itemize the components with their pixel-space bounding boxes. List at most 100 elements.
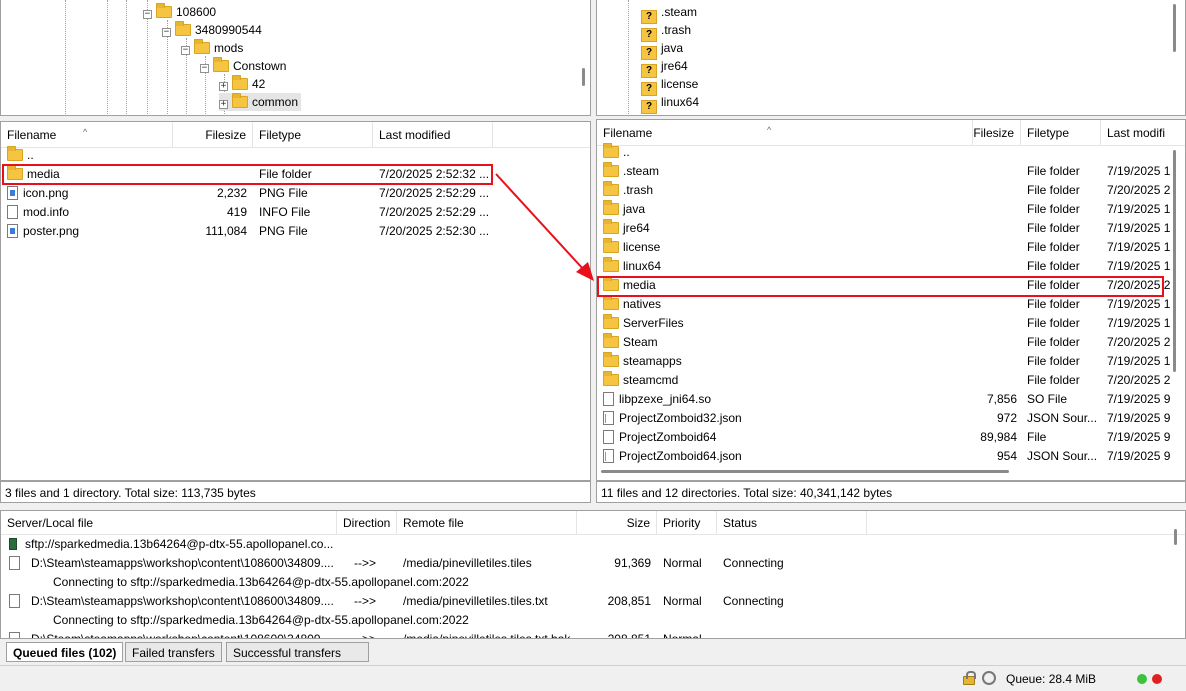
file-modified: 7/20/2025 2:52:29 ... — [379, 186, 489, 200]
file-row[interactable]: mod.info 419 INFO File 7/20/2025 2:52:29 ..… — [1, 203, 590, 222]
tree-item-3480990544[interactable]: − 3480990544 — [162, 21, 262, 39]
file-row[interactable]: media File folder 7/20/2025 2 — [597, 276, 1185, 295]
queue-status — [723, 630, 863, 638]
file-list-scrollbar[interactable] — [1173, 150, 1176, 372]
tab-successful-transfers[interactable]: Successful transfers — [226, 642, 369, 662]
file-modified: 7/20/2025 2:52:29 ... — [379, 205, 489, 219]
column-filetype[interactable]: Filetype — [253, 122, 373, 148]
column-remote-file[interactable]: Remote file — [397, 511, 577, 535]
local-directory-tree[interactable]: −108600 −3480990544 − mods − Constown +42 … — [0, 0, 591, 116]
led-green-icon — [1137, 674, 1147, 684]
tree-item-108600[interactable]: − 108600 — [143, 3, 216, 21]
file-row[interactable]: .. — [597, 143, 1185, 162]
tree-scrollbar[interactable] — [1173, 4, 1176, 52]
file-row[interactable]: steamcmd File folder 7/20/2025 2 — [597, 371, 1185, 390]
collapse-icon[interactable]: − — [181, 46, 190, 55]
folder-icon — [603, 257, 619, 272]
column-last-modified[interactable]: Last modified — [373, 122, 493, 148]
file-row[interactable]: .. — [1, 146, 590, 165]
tree-item-constown[interactable]: − Constown — [200, 57, 286, 75]
tree-item-label: 108600 — [176, 5, 217, 19]
column-filesize[interactable]: Filesize — [173, 122, 253, 148]
file-size — [973, 181, 1017, 200]
file-type: File folder — [1027, 373, 1080, 387]
file-row[interactable]: ProjectZomboid64.json 954 JSON Sour... 7/19… — [597, 447, 1185, 466]
file-row[interactable]: .trash File folder 7/20/2025 2 — [597, 181, 1185, 200]
file-type: PNG File — [259, 186, 308, 200]
tree-item-label: mods — [214, 41, 244, 55]
column-status[interactable]: Status — [717, 511, 867, 535]
file-type: INFO File — [259, 205, 311, 219]
queue-scrollbar[interactable] — [1174, 529, 1177, 545]
file-row[interactable]: license File folder 7/19/2025 1 — [597, 238, 1185, 257]
file-type — [1027, 143, 1101, 162]
remote-file-list[interactable]: ^ Filename Filesize Filetype Last modifi … — [596, 119, 1186, 481]
queue-server-row[interactable]: sftp://sparkedmedia.13b64264@p-dtx-55.ap… — [1, 535, 1185, 554]
queue-size: Queue: 28.4 MiB — [1006, 672, 1097, 686]
column-priority[interactable]: Priority — [657, 511, 717, 535]
queue-transfer-row[interactable]: D:\Steam\steamapps\workshop\content\1086… — [1, 554, 1185, 573]
file-modified: 7/20/2025 2:52:32 ... — [379, 167, 489, 181]
tree-item-trash[interactable]: ? .trash — [641, 21, 691, 42]
file-row[interactable]: ProjectZomboid64 89,984 File 7/19/2025 9 — [597, 428, 1185, 447]
file-modified — [1107, 143, 1173, 162]
file-list-hscrollbar[interactable] — [601, 470, 1009, 473]
tab-failed-transfers[interactable]: Failed transfers — [125, 642, 222, 662]
file-row[interactable]: poster.png 111,084 PNG File 7/20/2025 2:52:… — [1, 222, 590, 241]
collapse-icon[interactable]: − — [200, 64, 209, 73]
file-size: 89,984 — [980, 430, 1017, 444]
tree-item-mods[interactable]: − mods — [181, 39, 243, 57]
folder-icon — [156, 3, 172, 18]
sort-up-icon: ^ — [83, 127, 88, 137]
file-name: java — [603, 200, 973, 219]
expand-icon[interactable]: + — [219, 82, 228, 91]
file-row[interactable]: steamapps File folder 7/19/2025 1 — [597, 352, 1185, 371]
tree-item-label: java — [661, 41, 684, 55]
file-row[interactable]: Steam File folder 7/20/2025 2 — [597, 333, 1185, 352]
queue-header: Server/Local file Direction Remote file … — [1, 511, 1185, 535]
file-row[interactable]: java File folder 7/19/2025 1 — [597, 200, 1185, 219]
local-file-list[interactable]: ^ Filename Filesize Filetype Last modifie… — [0, 121, 591, 481]
tree-item-license[interactable]: ? license — [641, 75, 698, 96]
file-row[interactable]: ProjectZomboid32.json 972 JSON Sour... 7/19… — [597, 409, 1185, 428]
file-row[interactable]: jre64 File folder 7/19/2025 1 — [597, 219, 1185, 238]
queue-local-file: D:\Steam\steamapps\workshop\content\1086… — [31, 632, 334, 639]
file-size — [973, 257, 1017, 276]
file-row[interactable]: .steam File folder 7/19/2025 1 — [597, 162, 1185, 181]
folder-icon — [603, 333, 619, 348]
tree-item-steam[interactable]: ? .steam — [641, 3, 697, 24]
file-modified: 7/20/2025 2 — [1107, 278, 1171, 292]
queue-direction: -->> — [354, 632, 377, 639]
file-row[interactable]: media File folder 7/20/2025 2:52:32 ... — [1, 165, 590, 184]
transfer-queue[interactable]: Server/Local file Direction Remote file … — [0, 510, 1186, 639]
column-direction[interactable]: Direction — [337, 511, 397, 535]
file-type: JSON Sour... — [1027, 449, 1098, 463]
expand-icon[interactable]: + — [219, 100, 228, 109]
file-icon — [9, 632, 20, 638]
file-row[interactable]: ServerFiles File folder 7/19/2025 1 — [597, 314, 1185, 333]
collapse-icon[interactable]: − — [143, 10, 152, 19]
file-row[interactable]: icon.png 2,232 PNG File 7/20/2025 2:52:29 .… — [1, 184, 590, 203]
file-size — [973, 200, 1017, 219]
tree-scrollbar[interactable] — [582, 68, 585, 86]
tree-item-jre64[interactable]: ? jre64 — [641, 57, 688, 78]
file-row[interactable]: linux64 File folder 7/19/2025 1 — [597, 257, 1185, 276]
column-size[interactable]: Size — [577, 511, 657, 535]
folder-icon — [603, 352, 619, 367]
column-filename[interactable]: ^ Filename — [1, 122, 173, 148]
tree-item-42[interactable]: +42 — [219, 75, 265, 93]
file-row[interactable]: libpzexe_jni64.so 7,856 SO File 7/19/2025 9 — [597, 390, 1185, 409]
tree-item-linux64[interactable]: ? linux64 — [641, 93, 699, 114]
tree-item-java[interactable]: ? java — [641, 39, 684, 60]
file-row[interactable]: natives File folder 7/19/2025 1 — [597, 295, 1185, 314]
remote-directory-tree[interactable]: ? .steam ? .trash ? java ? jre64 ? license ? l… — [596, 0, 1186, 116]
queue-transfer-row[interactable]: D:\Steam\steamapps\workshop\content\1086… — [1, 630, 1185, 639]
file-size — [973, 219, 1017, 238]
tab-queued-files[interactable]: Queued files (102) — [6, 642, 124, 662]
tree-item-common[interactable]: + common — [219, 93, 302, 111]
column-server-local-file[interactable]: Server/Local file — [1, 511, 337, 535]
queue-transfer-row[interactable]: D:\Steam\steamapps\workshop\content\1086… — [1, 592, 1185, 611]
folder-icon — [603, 143, 619, 158]
speed-limit-icon[interactable] — [982, 671, 996, 685]
collapse-icon[interactable]: − — [162, 28, 171, 37]
